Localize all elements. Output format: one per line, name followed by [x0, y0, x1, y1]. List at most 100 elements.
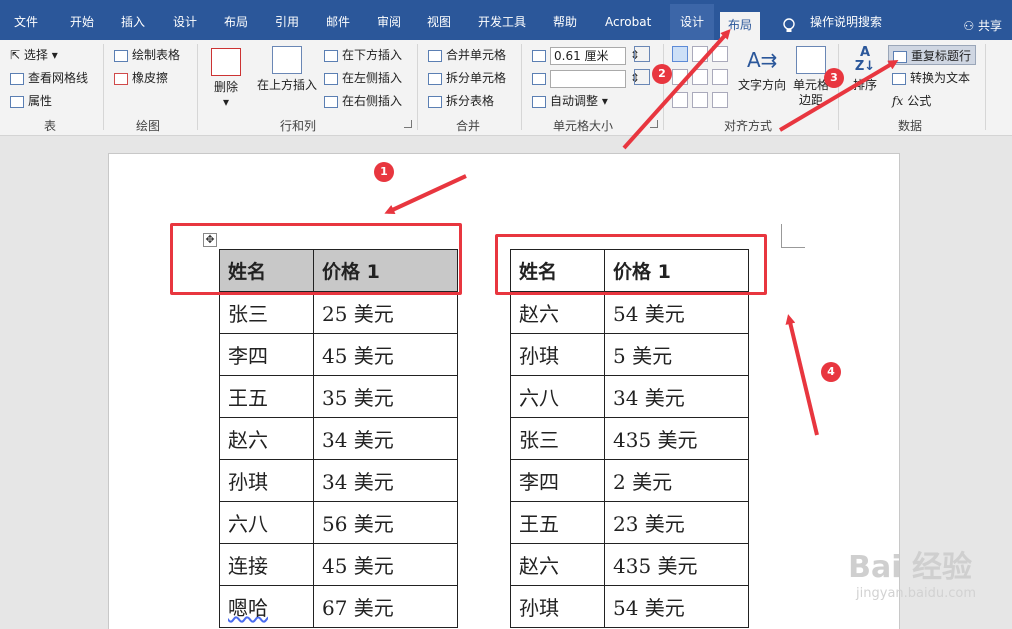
cell-price[interactable]: 54 美元 [604, 291, 749, 334]
tab-developer[interactable]: 开发工具 [478, 4, 526, 40]
cell-price[interactable]: 435 美元 [604, 417, 749, 460]
share-button[interactable]: ⚇ 共享 [963, 8, 1002, 44]
tab-view[interactable]: 视图 [427, 4, 451, 40]
insert-above-button[interactable]: 在上方插入 [255, 46, 319, 93]
distribute-columns-icon[interactable] [634, 69, 650, 85]
cell-name[interactable]: 孙琪 [219, 459, 314, 502]
convert-to-text-button[interactable]: 转换为文本 [892, 68, 970, 88]
table-row[interactable]: 六八 56 美元 [219, 501, 458, 544]
table-row[interactable]: 张三 25 美元 [219, 291, 458, 334]
merge-cells-button[interactable]: 合并单元格 [428, 45, 506, 65]
table-row[interactable]: 王五 23 美元 [510, 501, 749, 544]
view-gridlines-button[interactable]: 查看网格线 [10, 68, 88, 88]
tab-help[interactable]: 帮助 [553, 4, 577, 40]
cell-price[interactable]: 45 美元 [313, 543, 458, 586]
cell-name[interactable]: 王五 [510, 501, 605, 544]
cell-price[interactable]: 23 美元 [604, 501, 749, 544]
cell-name[interactable]: 赵六 [219, 417, 314, 460]
autofit-button[interactable]: 自动调整 ▾ [532, 91, 608, 111]
cell-price[interactable]: 34 美元 [313, 459, 458, 502]
tab-insert[interactable]: 插入 [121, 4, 145, 40]
tab-design[interactable]: 设计 [173, 4, 197, 40]
cell-price[interactable]: 2 美元 [604, 459, 749, 502]
align-middle-left-icon[interactable] [672, 69, 688, 85]
cell-price[interactable]: 54 美元 [604, 585, 749, 628]
select-button[interactable]: ⇱ 选择 ▾ [10, 45, 58, 65]
cell-name[interactable]: 张三 [510, 417, 605, 460]
table-row[interactable]: 孙琪 5 美元 [510, 333, 749, 376]
cell-name[interactable]: 嗯哈 [219, 585, 314, 628]
table-right[interactable]: 姓名 价格 1 赵六 54 美元 孙琪 5 美元 六八 34 美元 张三 435 美元 李四 2 美元… [510, 249, 749, 628]
cell-name[interactable]: 赵六 [510, 543, 605, 586]
tab-table-layout[interactable]: 布局 [720, 12, 761, 40]
cell-name[interactable]: 连接 [219, 543, 314, 586]
align-bottom-left-icon[interactable] [672, 92, 688, 108]
cell-price[interactable]: 67 美元 [313, 585, 458, 628]
cell-name[interactable]: 孙琪 [510, 333, 605, 376]
cell-name[interactable]: 孙琪 [510, 585, 605, 628]
column-width-field[interactable]: ⇕ [532, 68, 640, 88]
align-middle-right-icon[interactable] [712, 69, 728, 85]
table-row[interactable]: 李四 45 美元 [219, 333, 458, 376]
sort-button[interactable]: A Z↓ 排序 [846, 46, 884, 93]
cell-price[interactable]: 435 美元 [604, 543, 749, 586]
table-row[interactable]: 李四 2 美元 [510, 459, 749, 502]
cell-price[interactable]: 5 美元 [604, 333, 749, 376]
cell-price[interactable]: 25 美元 [313, 291, 458, 334]
text-direction-button[interactable]: A⇉ 文字方向 [736, 46, 788, 93]
align-top-left-icon[interactable] [672, 46, 688, 62]
cell-name[interactable]: 张三 [219, 291, 314, 334]
table-row[interactable]: 王五 35 美元 [219, 375, 458, 418]
tab-table-design[interactable]: 设计 [670, 4, 715, 40]
cell-price[interactable]: 34 美元 [604, 375, 749, 418]
split-cells-button[interactable]: 拆分单元格 [428, 68, 506, 88]
table-row[interactable]: 赵六 435 美元 [510, 543, 749, 586]
delete-button[interactable]: 删除 ▾ [206, 48, 246, 110]
properties-button[interactable]: 属性 [10, 91, 52, 111]
tab-review[interactable]: 审阅 [377, 4, 401, 40]
insert-below-button[interactable]: 在下方插入 [324, 45, 402, 65]
insert-left-button[interactable]: 在左侧插入 [324, 68, 402, 88]
cell-name[interactable]: 李四 [219, 333, 314, 376]
insert-right-button[interactable]: 在右侧插入 [324, 91, 402, 111]
tab-mailings[interactable]: 邮件 [326, 4, 350, 40]
table-row[interactable]: 赵六 34 美元 [219, 417, 458, 460]
repeat-header-rows-button[interactable]: 重复标题行 [888, 45, 977, 65]
cell-price[interactable]: 45 美元 [313, 333, 458, 376]
tab-acrobat[interactable]: Acrobat [605, 4, 651, 40]
formula-button[interactable]: fx 公式 [892, 91, 931, 111]
cell-name[interactable]: 李四 [510, 459, 605, 502]
row-height-field[interactable]: 0.61 厘米 ⇕ [532, 45, 640, 65]
align-top-center-icon[interactable] [692, 46, 708, 62]
align-bottom-center-icon[interactable] [692, 92, 708, 108]
dialog-launcher-icon[interactable] [404, 120, 412, 128]
cell-name[interactable]: 六八 [510, 375, 605, 418]
align-top-right-icon[interactable] [712, 46, 728, 62]
table-row[interactable]: 嗯哈 67 美元 [219, 585, 458, 628]
tab-home[interactable]: 开始 [70, 4, 94, 40]
table-row[interactable]: 孙琪 54 美元 [510, 585, 749, 628]
align-bottom-right-icon[interactable] [712, 92, 728, 108]
cell-name[interactable]: 赵六 [510, 291, 605, 334]
tab-references[interactable]: 引用 [275, 4, 299, 40]
tab-layout[interactable]: 布局 [224, 4, 248, 40]
eraser-button[interactable]: 橡皮擦 [114, 68, 168, 88]
cell-price[interactable]: 56 美元 [313, 501, 458, 544]
cell-price[interactable]: 35 美元 [313, 375, 458, 418]
align-middle-center-icon[interactable] [692, 69, 708, 85]
table-row[interactable]: 张三 435 美元 [510, 417, 749, 460]
row-height-input[interactable]: 0.61 厘米 [550, 46, 626, 65]
table-row[interactable]: 赵六 54 美元 [510, 291, 749, 334]
draw-table-button[interactable]: 绘制表格 [114, 45, 180, 65]
column-width-input[interactable] [550, 69, 626, 88]
table-row[interactable]: 孙琪 34 美元 [219, 459, 458, 502]
cell-price[interactable]: 34 美元 [313, 417, 458, 460]
cell-name[interactable]: 六八 [219, 501, 314, 544]
cell-name[interactable]: 王五 [219, 375, 314, 418]
dialog-launcher-icon[interactable] [650, 120, 658, 128]
table-row[interactable]: 连接 45 美元 [219, 543, 458, 586]
split-table-button[interactable]: 拆分表格 [428, 91, 494, 111]
tab-file[interactable]: 文件 [14, 4, 38, 40]
tell-me-search[interactable]: 操作说明搜索 [810, 4, 882, 40]
table-left[interactable]: 姓名 价格 1 张三 25 美元 李四 45 美元 王五 35 美元 赵六 34 美元 孙琪 34 美… [219, 249, 458, 628]
